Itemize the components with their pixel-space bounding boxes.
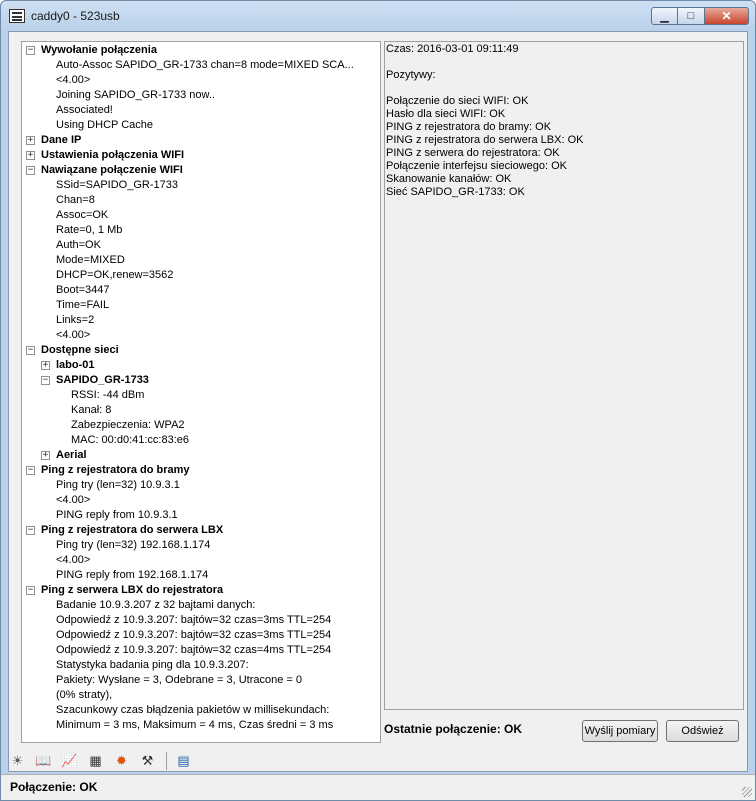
tree-item[interactable]: Minimum = 3 ms, Maksimum = 4 ms, Czas śr… (56, 718, 333, 733)
tree-item[interactable]: Zabezpieczenia: WPA2 (71, 418, 185, 433)
details-line: Sieć SAPIDO_GR-1733: OK (386, 186, 525, 198)
tree-item[interactable]: <4.00> (56, 553, 90, 568)
tree-node[interactable]: Dane IP (41, 133, 81, 148)
tree-item[interactable]: Szacunkowy czas błądzenia pakietów w mil… (56, 703, 329, 718)
maximize-button[interactable]: □ (678, 7, 705, 25)
tree-item[interactable]: Badanie 10.9.3.207 z 32 bajtami danych: (56, 598, 255, 613)
status-text: Połączenie: OK (10, 780, 98, 794)
tree-node[interactable]: Ustawienia połączenia WIFI (41, 148, 184, 163)
app-window: caddy0 - 523usb ▁ □ ✕ − Wywołanie połącze… (0, 0, 756, 801)
tree-item[interactable]: Odpowiedź z 10.9.3.207: bajtów=32 czas=3… (56, 628, 331, 643)
details-line: Pozytywy: (386, 69, 436, 81)
monitor-icon[interactable]: ▤ (174, 752, 193, 771)
tree-item[interactable]: Odpowiedź z 10.9.3.207: bajtów=32 czas=3… (56, 613, 331, 628)
tree-item[interactable]: <4.00> (56, 328, 90, 343)
tree-collapse-icon[interactable]: − (26, 346, 35, 355)
details-panel: Czas: 2016-03-01 09:11:49 Pozytywy: Połącz… (384, 41, 744, 710)
details-line: Skanowanie kanałów: OK (386, 173, 512, 185)
tree-item[interactable]: Assoc=OK (56, 208, 108, 223)
toolbar-separator (166, 752, 167, 770)
tree-item[interactable]: Boot=3447 (56, 283, 110, 298)
bug-icon[interactable]: ✹ (112, 752, 131, 771)
tree-item[interactable]: Mode=MIXED (56, 253, 125, 268)
tree-expand-icon[interactable]: + (41, 361, 50, 370)
tree-item[interactable]: Pakiety: Wysłane = 3, Odebrane = 3, Utra… (56, 673, 302, 688)
tree-item[interactable]: DHCP=OK,renew=3562 (56, 268, 173, 283)
tools-icon[interactable]: ⚒ (138, 752, 157, 771)
resize-grip[interactable] (742, 787, 752, 797)
last-connection-label: Ostatnie połączenie: OK (384, 722, 523, 736)
tree-item[interactable]: Auto-Assoc SAPIDO_GR-1733 chan=8 mode=MI… (56, 58, 354, 73)
details-line: PING z rejestratora do bramy: OK (386, 121, 552, 133)
bottom-toolbar: ☀ 📖 📈 ▦ ✹ ⚒ ▤ (8, 750, 200, 772)
tree-collapse-icon[interactable]: − (26, 46, 35, 55)
details-line: Czas: 2016-03-01 09:11:49 (386, 43, 519, 55)
tree-item[interactable]: Odpowiedź z 10.9.3.207: bajtów=32 czas=4… (56, 643, 331, 658)
tree-item[interactable]: Time=FAIL (56, 298, 109, 313)
refresh-button[interactable]: Odśwież (666, 720, 739, 742)
table-icon[interactable]: ▦ (86, 752, 105, 771)
tree-collapse-icon[interactable]: − (26, 166, 35, 175)
status-bar: Połączenie: OK (1, 774, 755, 800)
title-bar[interactable]: caddy0 - 523usb ▁ □ ✕ (1, 1, 755, 31)
tree-node[interactable]: Ping z rejestratora do serwera LBX (41, 523, 223, 538)
tree-expand-icon[interactable]: + (41, 451, 50, 460)
details-line: PING z serwera do rejestratora: OK (386, 147, 560, 159)
tree-item[interactable]: Chan=8 (56, 193, 95, 208)
details-line: Hasło dla sieci WIFI: OK (386, 108, 506, 120)
tree-collapse-icon[interactable]: − (26, 466, 35, 475)
tree-node[interactable]: Nawiązane połączenie WIFI (41, 163, 183, 178)
close-button[interactable]: ✕ (705, 7, 749, 25)
tree-node[interactable]: Wywołanie połączenia (41, 43, 157, 58)
tree-collapse-icon[interactable]: − (26, 586, 35, 595)
tree-item[interactable]: Rate=0, 1 Mb (56, 223, 122, 238)
tree-item[interactable]: Statystyka badania ping dla 10.9.3.207: (56, 658, 249, 673)
tree-item[interactable]: Ping try (len=32) 10.9.3.1 (56, 478, 180, 493)
send-measurements-button[interactable]: Wyślij pomiary (582, 720, 658, 742)
tree-item[interactable]: PING reply from 10.9.3.1 (56, 508, 178, 523)
app-icon (9, 9, 25, 23)
details-line: PING z rejestratora do serwera LBX: OK (386, 134, 584, 146)
window-title: caddy0 - 523usb (31, 9, 120, 23)
book-icon[interactable]: 📖 (34, 752, 53, 771)
tree-item[interactable]: Ping try (len=32) 192.168.1.174 (56, 538, 210, 553)
chart-icon[interactable]: 📈 (60, 752, 79, 771)
settings-sun-icon[interactable]: ☀ (8, 752, 27, 771)
tree-item[interactable]: Kanał: 8 (71, 403, 111, 418)
tree-item[interactable]: labo-01 (56, 358, 95, 373)
tree-node[interactable]: Ping z serwera LBX do rejestratora (41, 583, 223, 598)
client-area: − Wywołanie połączenia Auto-Assoc SAPIDO_G… (8, 31, 748, 772)
details-line: Połączenie do sieci WIFI: OK (386, 95, 529, 107)
window-controls: ▁ □ ✕ (651, 7, 749, 25)
tree-node[interactable]: Ping z rejestratora do bramy (41, 463, 190, 478)
tree-item[interactable]: <4.00> (56, 73, 90, 88)
tree-collapse-icon[interactable]: − (41, 376, 50, 385)
tree-collapse-icon[interactable]: − (26, 526, 35, 535)
tree-item[interactable]: Using DHCP Cache (56, 118, 153, 133)
tree-item[interactable]: Aerial (56, 448, 87, 463)
tree-item[interactable]: SAPIDO_GR-1733 (56, 373, 149, 388)
tree-item[interactable]: MAC: 00:d0:41:cc:83:e6 (71, 433, 189, 448)
tree-expand-icon[interactable]: + (26, 136, 35, 145)
diagnostics-tree[interactable]: − Wywołanie połączenia Auto-Assoc SAPIDO_G… (21, 41, 381, 743)
tree-item[interactable]: SSid=SAPIDO_GR-1733 (56, 178, 178, 193)
tree-item[interactable]: <4.00> (56, 493, 90, 508)
tree-item[interactable]: Auth=OK (56, 238, 101, 253)
minimize-button[interactable]: ▁ (651, 7, 678, 25)
tree-item[interactable]: (0% straty), (56, 688, 112, 703)
details-line: Połączenie interfejsu sieciowego: OK (386, 160, 567, 172)
tree-item[interactable]: RSSI: -44 dBm (71, 388, 144, 403)
tree-item[interactable]: Associated! (56, 103, 113, 118)
tree-expand-icon[interactable]: + (26, 151, 35, 160)
tree-item[interactable]: Joining SAPIDO_GR-1733 now.. (56, 88, 215, 103)
tree-item[interactable]: PING reply from 192.168.1.174 (56, 568, 208, 583)
tree-node[interactable]: Dostępne sieci (41, 343, 119, 358)
tree-item[interactable]: Links=2 (56, 313, 94, 328)
